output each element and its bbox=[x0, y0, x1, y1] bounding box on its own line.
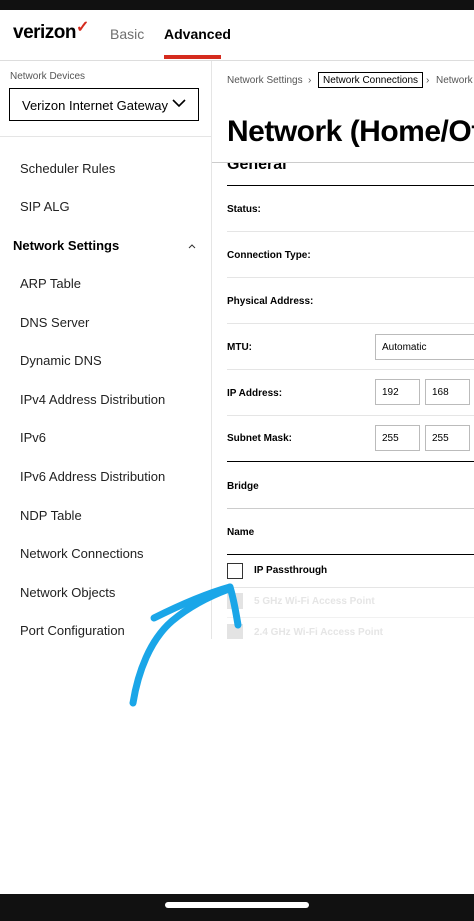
sidebar-group-network-settings[interactable]: Network Settings bbox=[13, 238, 119, 253]
sidebar-item-dns-server[interactable]: DNS Server bbox=[20, 315, 89, 330]
ip-address-label: IP Address: bbox=[227, 388, 283, 399]
breadcrumb-network-connections[interactable]: Network Connections bbox=[318, 72, 423, 88]
status-label: Status: bbox=[227, 204, 261, 215]
name-column-label: Name bbox=[227, 527, 255, 538]
sidebar-item-ipv4-address-distribution[interactable]: IPv4 Address Distribution bbox=[20, 392, 165, 407]
section-divider bbox=[227, 461, 474, 462]
wifi-24ghz-checkbox[interactable] bbox=[227, 624, 243, 639]
mtu-select[interactable]: Automatic bbox=[375, 334, 474, 360]
physical-address-label: Physical Address: bbox=[227, 296, 314, 307]
app-header: verizon✓ Basic Advanced bbox=[0, 10, 474, 61]
sidebar-item-sip-alg[interactable]: SIP ALG bbox=[20, 199, 70, 214]
chevron-up-icon[interactable] bbox=[187, 241, 197, 251]
verizon-logo: verizon✓ bbox=[13, 19, 89, 44]
breadcrumb-network[interactable]: Network bbox=[436, 75, 473, 86]
wifi-5ghz-checkbox[interactable] bbox=[227, 593, 243, 609]
row-divider bbox=[227, 587, 474, 588]
sidebar-item-ipv6-address-distribution[interactable]: IPv6 Address Distribution bbox=[20, 469, 165, 484]
device-select-value: Verizon Internet Gateway bbox=[22, 98, 168, 113]
network-devices-label: Network Devices bbox=[10, 71, 86, 82]
mask-octet-1-input[interactable]: 255 bbox=[375, 425, 420, 451]
page-title: Network (Home/Off bbox=[227, 115, 474, 148]
bridge-section-title: Bridge bbox=[227, 481, 259, 492]
ip-octet-1-input[interactable]: 192 bbox=[375, 379, 420, 405]
home-indicator[interactable] bbox=[165, 902, 309, 908]
ip-octet-2-input[interactable]: 168 bbox=[425, 379, 470, 405]
brand-check-icon: ✓ bbox=[76, 19, 89, 36]
status-bar bbox=[0, 0, 474, 10]
breadcrumb-separator: › bbox=[308, 75, 312, 86]
sidebar: Network Devices Verizon Internet Gateway… bbox=[0, 61, 212, 639]
tab-advanced[interactable]: Advanced bbox=[164, 26, 231, 42]
chevron-down-icon bbox=[172, 99, 186, 108]
row-divider bbox=[227, 617, 474, 618]
table-header-divider bbox=[227, 554, 474, 555]
mask-octet-2-input[interactable]: 255 bbox=[425, 425, 470, 451]
ip-passthrough-label: IP Passthrough bbox=[254, 565, 328, 576]
row-divider bbox=[227, 369, 474, 370]
row-divider bbox=[227, 231, 474, 232]
wifi-5ghz-label: 5 GHz Wi-Fi Access Point bbox=[254, 596, 375, 607]
sidebar-item-dynamic-dns[interactable]: Dynamic DNS bbox=[20, 353, 102, 368]
section-title-general: General bbox=[227, 163, 287, 173]
row-divider bbox=[227, 415, 474, 416]
breadcrumb-network-settings[interactable]: Network Settings bbox=[227, 75, 303, 86]
row-divider bbox=[227, 323, 474, 324]
subnet-mask-label: Subnet Mask: bbox=[227, 433, 293, 444]
device-select[interactable]: Verizon Internet Gateway bbox=[9, 88, 199, 121]
row-divider bbox=[227, 508, 474, 509]
wifi-24ghz-label: 2.4 GHz Wi-Fi Access Point bbox=[254, 627, 384, 638]
sidebar-item-network-connections[interactable]: Network Connections bbox=[20, 546, 144, 561]
row-divider bbox=[227, 277, 474, 278]
tab-basic[interactable]: Basic bbox=[110, 26, 144, 42]
sidebar-item-network-objects[interactable]: Network Objects bbox=[20, 585, 115, 600]
sidebar-item-port-configuration[interactable]: Port Configuration bbox=[20, 623, 125, 638]
navigation-bar bbox=[0, 894, 474, 921]
sidebar-item-scheduler-rules[interactable]: Scheduler Rules bbox=[20, 161, 115, 176]
sidebar-divider bbox=[0, 136, 211, 137]
ip-passthrough-checkbox[interactable] bbox=[227, 563, 243, 579]
main-content: Network Settings › Network Connections ›… bbox=[212, 61, 474, 639]
mtu-label: MTU: bbox=[227, 342, 252, 353]
connection-type-label: Connection Type: bbox=[227, 250, 311, 261]
brand-name: verizon bbox=[13, 22, 77, 43]
sidebar-item-ndp-table[interactable]: NDP Table bbox=[20, 508, 82, 523]
sidebar-item-arp-table[interactable]: ARP Table bbox=[20, 276, 81, 291]
active-tab-indicator bbox=[164, 55, 221, 59]
breadcrumb-separator: › bbox=[426, 75, 430, 86]
section-divider bbox=[227, 185, 474, 186]
sidebar-item-ipv6[interactable]: IPv6 bbox=[20, 430, 46, 445]
